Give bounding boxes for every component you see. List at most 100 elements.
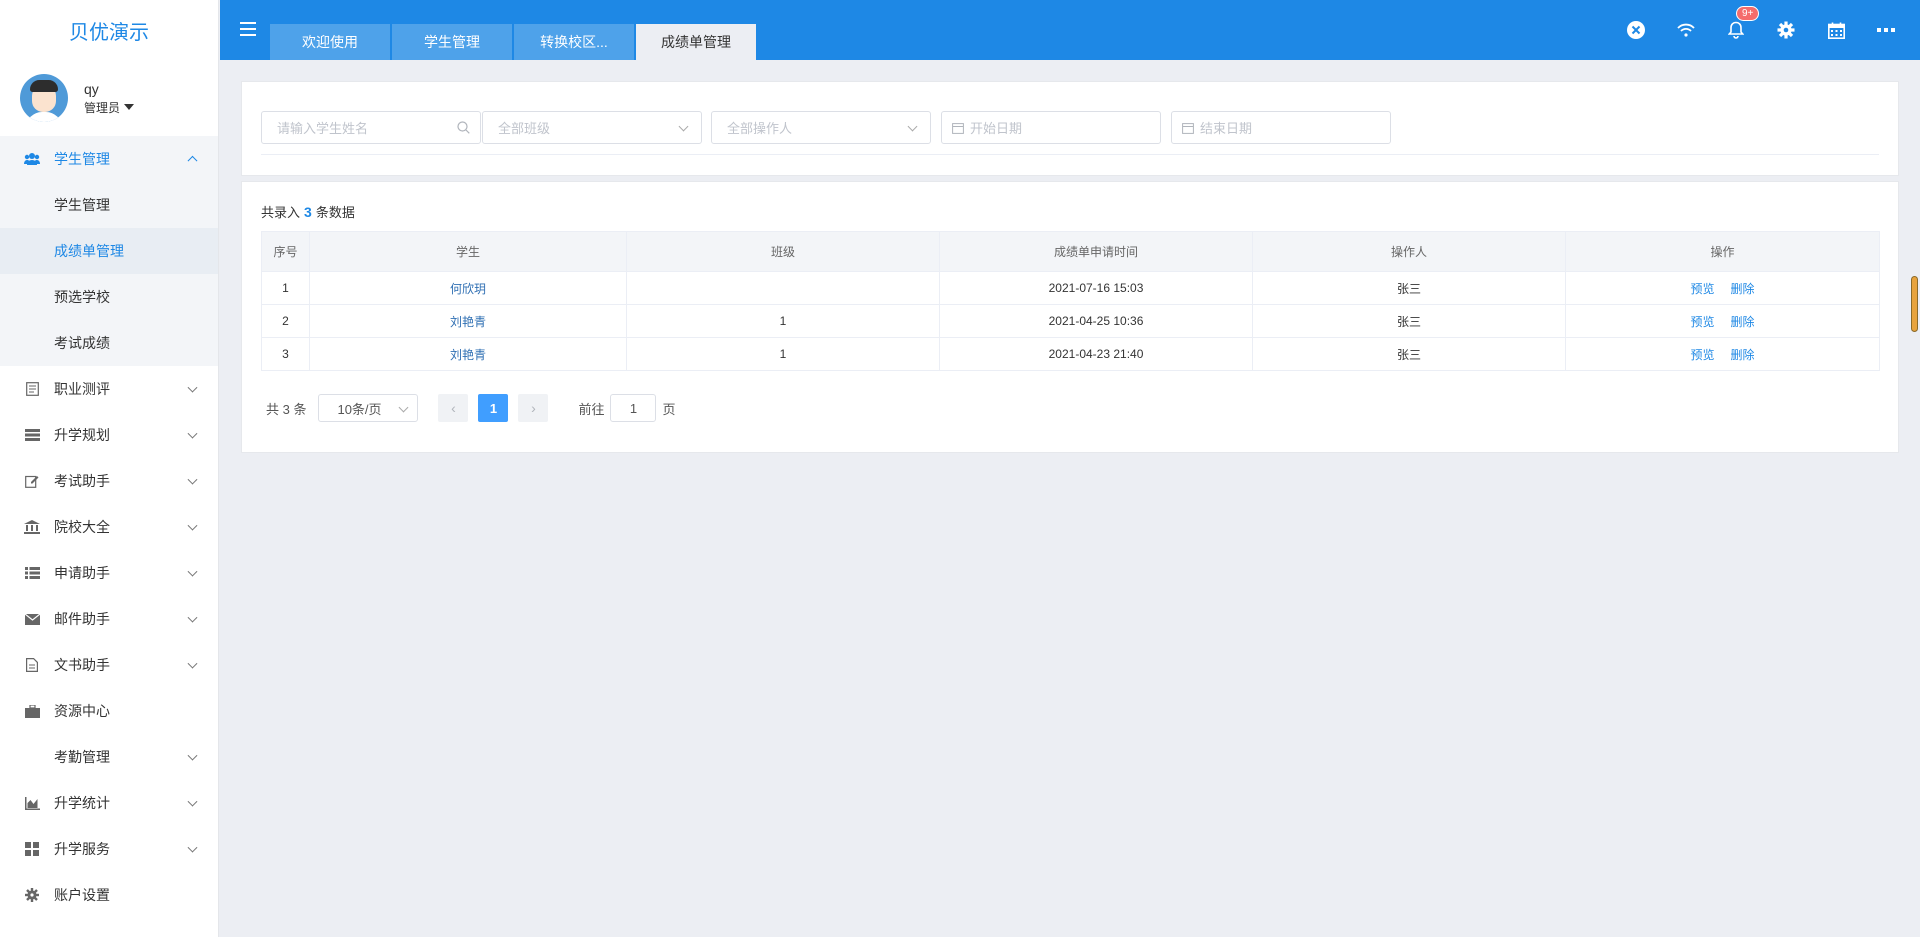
operator-select[interactable]: 全部操作人 — [711, 111, 931, 144]
tab-student-management[interactable]: 学生管理 — [392, 24, 512, 60]
cell-student-link[interactable]: 刘艳青 — [309, 337, 627, 371]
delete-link[interactable]: 删除 — [1731, 282, 1755, 296]
table-row: 3 刘艳青 1 2021-04-23 21:40 张三 预览 删除 — [261, 337, 1880, 371]
cell-student-link[interactable]: 何欣玥 — [309, 271, 627, 305]
tab-transcript-management[interactable]: 成绩单管理 — [636, 24, 756, 60]
tab-welcome[interactable]: 欢迎使用 — [270, 24, 390, 60]
document-icon — [24, 657, 40, 673]
prev-page-button[interactable]: ‹ — [438, 394, 469, 422]
cell-actions: 预览 删除 — [1565, 304, 1880, 338]
sidebar-item-label: 文书助手 — [54, 657, 110, 673]
end-date-placeholder: 结束日期 — [1200, 121, 1253, 136]
pagination: 共 3 条 10条/页 ‹ 1 › 前往 1 页 — [266, 394, 676, 422]
settings-gear-icon[interactable] — [1774, 18, 1798, 42]
preview-link[interactable]: 预览 — [1690, 348, 1714, 362]
next-page-button[interactable]: › — [518, 394, 549, 422]
chevron-down-icon — [187, 566, 198, 577]
chevron-up-icon — [187, 155, 198, 166]
student-name-search-input[interactable]: 请输入学生姓名 — [261, 111, 481, 144]
wifi-icon[interactable] — [1674, 18, 1698, 42]
page-scrollbar-thumb[interactable] — [1911, 276, 1918, 332]
sidebar-item-career-assessment[interactable]: 职业测评 — [0, 366, 218, 412]
bell-icon[interactable]: 9+ — [1724, 6, 1760, 42]
sidebar-subitem-preselect-schools[interactable]: 预选学校 — [0, 274, 218, 320]
class-select-placeholder: 全部班级 — [498, 121, 551, 136]
sidebar-item-institutions[interactable]: 院校大全 — [0, 504, 218, 550]
chevron-down-icon — [678, 121, 689, 132]
edit-icon — [24, 473, 40, 489]
sidebar-item-label: 申请助手 — [54, 565, 110, 581]
record-count: 共录入 3 条数据 — [261, 202, 355, 221]
start-date-placeholder: 开始日期 — [970, 121, 1023, 136]
sidebar-item-admission-planning[interactable]: 升学规划 — [0, 412, 218, 458]
menu-group-student: 学生管理 学生管理 成绩单管理 预选学校 考试成绩 — [0, 136, 218, 366]
users-icon — [24, 151, 40, 167]
avatar[interactable] — [20, 74, 68, 122]
user-panel: qy 管理员 — [0, 60, 218, 136]
preview-link[interactable]: 预览 — [1690, 282, 1714, 296]
chevron-down-icon — [187, 382, 198, 393]
sidebar-item-document-assistant[interactable]: 文书助手 — [0, 642, 218, 688]
menu-toggle-icon[interactable] — [240, 22, 256, 36]
user-role-label: 管理员 — [84, 100, 121, 115]
calendar-icon — [1182, 122, 1194, 134]
calendar-icon[interactable] — [1824, 18, 1848, 42]
cell-operator: 张三 — [1252, 337, 1566, 371]
page-suffix-label: 页 — [662, 401, 676, 417]
sidebar-item-label: 考试助手 — [54, 473, 110, 489]
end-date-picker[interactable]: 结束日期 — [1171, 111, 1391, 144]
column-header-actions: 操作 — [1565, 231, 1880, 272]
sidebar-item-admission-stats[interactable]: 升学统计 — [0, 780, 218, 826]
student-name-placeholder: 请输入学生姓名 — [277, 121, 369, 136]
cell-student-link[interactable]: 刘艳青 — [309, 304, 627, 338]
grid-icon — [24, 841, 40, 857]
page-size-select[interactable]: 10条/页 — [318, 394, 419, 422]
search-icon — [457, 121, 470, 137]
preview-link[interactable]: 预览 — [1690, 315, 1714, 329]
more-icon[interactable] — [1874, 18, 1898, 42]
sidebar-item-label: 升学规划 — [54, 427, 110, 443]
tab-switch-campus[interactable]: 转换校区... — [514, 24, 634, 60]
cell-index: 2 — [261, 304, 310, 338]
chevron-down-icon — [399, 402, 409, 413]
sidebar-item-resource-center[interactable]: 资源中心 — [0, 688, 218, 734]
sidebar-item-student-management[interactable]: 学生管理 — [0, 136, 218, 182]
sidebar-item-mail-assistant[interactable]: 邮件助手 — [0, 596, 218, 642]
sidebar-item-attendance[interactable]: 考勤管理 — [0, 734, 218, 780]
close-circle-icon[interactable] — [1624, 18, 1648, 42]
area-chart-icon — [24, 795, 40, 811]
delete-link[interactable]: 删除 — [1731, 315, 1755, 329]
page-number-button[interactable]: 1 — [478, 394, 509, 422]
sidebar-subitem-exam-scores[interactable]: 考试成绩 — [0, 320, 218, 366]
page-size-value: 10条/页 — [337, 401, 382, 417]
briefcase-icon — [24, 703, 40, 719]
operator-select-placeholder: 全部操作人 — [727, 121, 793, 136]
start-date-picker[interactable]: 开始日期 — [941, 111, 1161, 144]
sidebar-item-exam-assistant[interactable]: 考试助手 — [0, 458, 218, 504]
sidebar-item-application-assistant[interactable]: 申请助手 — [0, 550, 218, 596]
sidebar-item-label: 升学统计 — [54, 795, 110, 811]
caret-down-icon — [124, 104, 135, 110]
filter-panel: 请输入学生姓名 全部班级 全部操作人 开始日期 结束日期 — [241, 81, 1899, 176]
chevron-down-icon — [187, 474, 198, 485]
sidebar: 贝优演示 qy 管理员 学生管理 学生管理 成绩单管理 预选学校 考试成绩 职业… — [0, 0, 219, 937]
user-role-dropdown[interactable]: 管理员 — [84, 99, 135, 116]
sidebar-item-label: 邮件助手 — [54, 611, 110, 627]
sidebar-item-account-settings[interactable]: 账户设置 — [0, 872, 218, 918]
cell-index: 1 — [261, 271, 310, 305]
attendance-icon — [24, 749, 40, 765]
sidebar-subitem-transcripts[interactable]: 成绩单管理 — [0, 228, 218, 274]
delete-link[interactable]: 删除 — [1731, 348, 1755, 362]
transcript-table-panel: 共录入 3 条数据 序号 学生 班级 成绩单申请时间 操作人 操作 1 何欣玥 20… — [241, 181, 1899, 453]
cell-apply-time: 2021-04-23 21:40 — [939, 337, 1253, 371]
cell-actions: 预览 删除 — [1565, 337, 1880, 371]
sidebar-item-admission-services[interactable]: 升学服务 — [0, 826, 218, 872]
column-header-operator: 操作人 — [1252, 231, 1566, 272]
chevron-down-icon — [907, 121, 918, 132]
goto-page-input[interactable]: 1 — [610, 394, 657, 422]
class-select[interactable]: 全部班级 — [482, 111, 702, 144]
cell-actions: 预览 删除 — [1565, 271, 1880, 305]
sidebar-subitem-students[interactable]: 学生管理 — [0, 182, 218, 228]
sidebar-item-label: 院校大全 — [54, 519, 110, 535]
cell-class: 1 — [626, 304, 940, 338]
